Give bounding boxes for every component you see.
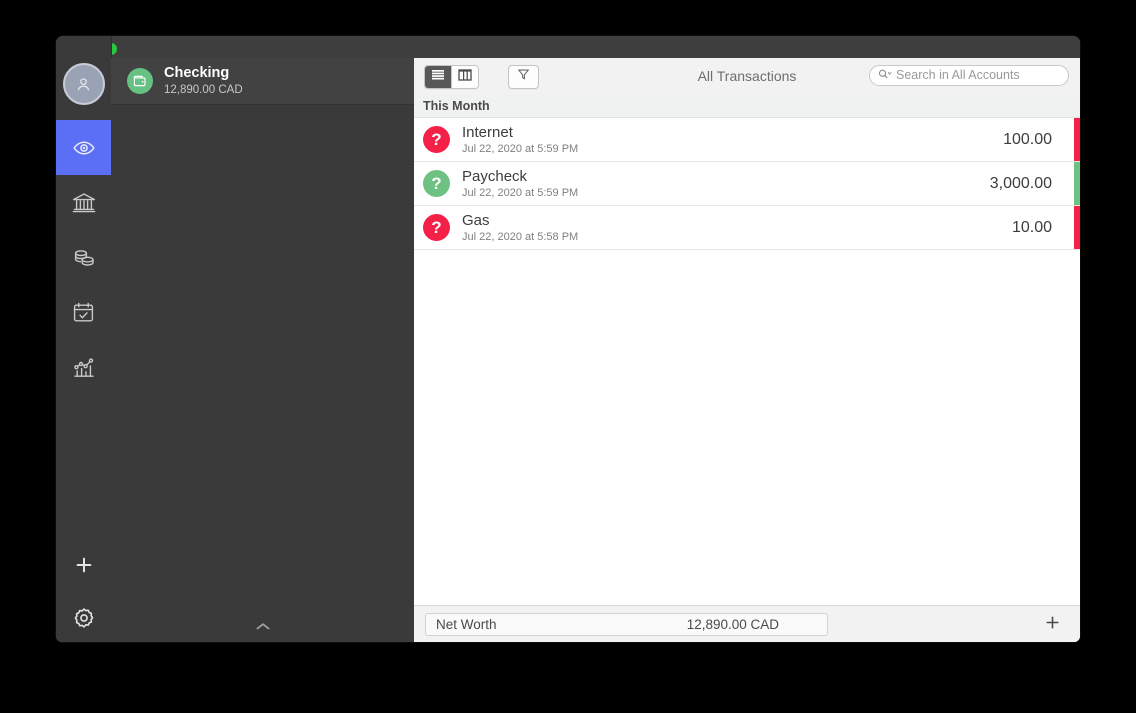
plus-icon [1045, 615, 1060, 634]
transaction-amount: 100.00 [1003, 130, 1052, 148]
view-mode-segmented-control[interactable] [424, 65, 479, 89]
sidebar-item-accounts[interactable] [56, 175, 111, 230]
sidebar-item-overview[interactable] [56, 120, 111, 175]
sidebar-item-scheduled[interactable] [56, 285, 111, 340]
gear-icon [72, 606, 96, 630]
account-balance: 12,890.00 CAD [164, 83, 243, 96]
search-input[interactable]: Search in All Accounts [869, 65, 1069, 86]
settings-button[interactable] [56, 590, 111, 642]
net-worth-value: 12,890.00 CAD [686, 616, 779, 632]
footer: Net Worth 12,890.00 CAD [414, 605, 1080, 642]
chevron-up-icon[interactable] [111, 620, 414, 634]
column-view-button[interactable] [451, 66, 478, 88]
question-mark-icon: ? [423, 214, 450, 241]
add-account-button[interactable] [56, 537, 111, 592]
sidebar-rail [56, 36, 112, 642]
toolbar: All Transactions Search in All Accounts [414, 58, 1080, 95]
transactions-list: ? Internet Jul 22, 2020 at 5:59 PM 100.0… [414, 118, 1080, 629]
eye-icon [72, 136, 96, 160]
chart-icon [71, 355, 97, 381]
table-row[interactable]: ? Internet Jul 22, 2020 at 5:59 PM 100.0… [414, 118, 1080, 162]
net-worth-label: Net Worth [436, 616, 497, 632]
search-icon [878, 67, 892, 85]
transaction-status-bar [1074, 118, 1080, 161]
account-row-checking[interactable]: Checking 12,890.00 CAD [111, 58, 414, 105]
calendar-check-icon [71, 300, 96, 325]
transaction-payee: Internet [462, 123, 513, 141]
column-view-icon [458, 68, 472, 86]
sidebar-item-reports[interactable] [56, 340, 111, 395]
section-header-this-month: This Month [414, 94, 1080, 118]
coins-icon [71, 245, 97, 271]
add-transaction-button[interactable] [1042, 614, 1062, 634]
search-placeholder: Search in All Accounts [896, 68, 1020, 82]
accounts-list [111, 105, 414, 642]
wallet-icon [127, 68, 153, 94]
list-view-button[interactable] [425, 66, 451, 88]
accounts-panel: Checking 12,890.00 CAD [111, 58, 414, 642]
funnel-icon [517, 68, 530, 86]
filter-button[interactable] [508, 65, 539, 89]
plus-icon [74, 555, 94, 575]
question-mark-icon: ? [423, 170, 450, 197]
app-window: Checking 12,890.00 CAD All Transactions … [56, 36, 1080, 642]
titlebar [56, 36, 1080, 58]
transaction-amount: 10.00 [1011, 218, 1052, 236]
transaction-amount: 3,000.00 [989, 174, 1052, 192]
transaction-payee: Paycheck [462, 167, 528, 185]
transaction-status-bar [1074, 206, 1080, 249]
transaction-date: Jul 22, 2020 at 5:59 PM [462, 142, 579, 155]
transaction-date: Jul 22, 2020 at 5:59 PM [462, 186, 579, 199]
main-content: All Transactions Search in All Accounts … [414, 58, 1080, 642]
bank-icon [71, 190, 97, 216]
transaction-payee: Gas [462, 211, 490, 229]
sidebar-item-budgets[interactable] [56, 230, 111, 285]
list-view-icon [431, 68, 445, 86]
transaction-status-bar [1074, 162, 1080, 205]
net-worth-bar[interactable]: Net Worth 12,890.00 CAD [425, 613, 828, 636]
question-mark-icon: ? [423, 126, 450, 153]
transaction-date: Jul 22, 2020 at 5:58 PM [462, 230, 579, 243]
account-name: Checking [164, 64, 230, 81]
table-row[interactable]: ? Gas Jul 22, 2020 at 5:58 PM 10.00 [414, 206, 1080, 250]
table-row[interactable]: ? Paycheck Jul 22, 2020 at 5:59 PM 3,000… [414, 162, 1080, 206]
person-avatar-icon [62, 63, 105, 105]
avatar[interactable] [56, 58, 111, 110]
